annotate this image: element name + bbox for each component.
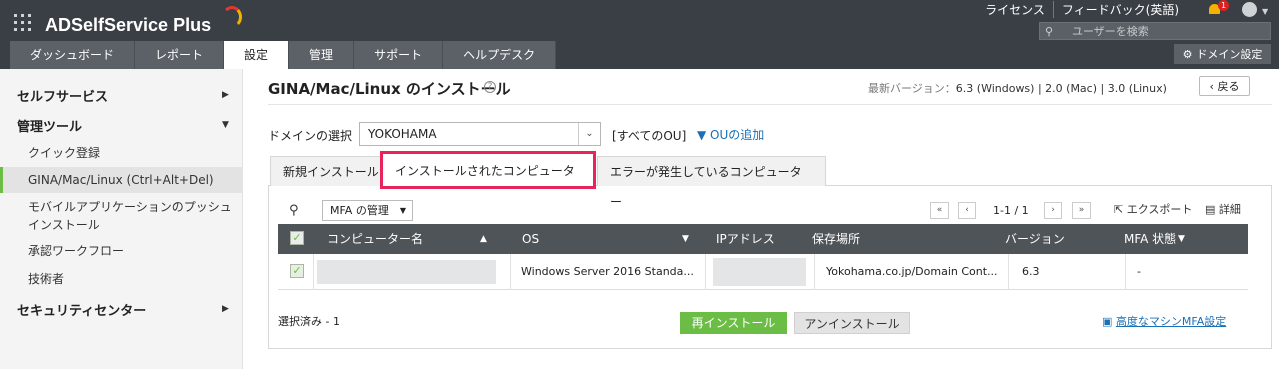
next-page-button[interactable]: › [1044, 202, 1062, 219]
detail-button[interactable]: ▤ 詳細 [1205, 201, 1241, 217]
sidebar-item-mobile-push[interactable]: モバイルアプリケーションのプッシュインストール [28, 198, 238, 234]
license-link[interactable]: ライセンス [977, 0, 1054, 18]
page-info: 1-1 / 1 [993, 204, 1029, 217]
back-label: 戻る [1217, 80, 1240, 93]
user-search[interactable]: ⚲ [1039, 22, 1271, 40]
header-location[interactable]: 保存場所 [812, 224, 860, 254]
back-button[interactable]: ‹ 戻る [1199, 76, 1250, 96]
chevron-down-icon[interactable]: ▼ [222, 120, 229, 130]
notification-badge: 1 [1218, 0, 1229, 11]
chevron-right-icon[interactable]: ▶ [222, 90, 229, 100]
export-icon: ⇱ [1114, 203, 1127, 216]
add-ou-label: OUの追加 [710, 128, 765, 142]
column-divider [1125, 254, 1126, 290]
advanced-mfa-label: 高度なマシンMFA設定 [1115, 315, 1227, 328]
domain-select[interactable]: YOKOHAMA ⌄ [359, 122, 601, 146]
sidebar-item-approval-workflow[interactable]: 承認ワークフロー [28, 242, 124, 260]
column-divider [313, 254, 314, 290]
chevron-down-icon[interactable]: ▼ [1262, 7, 1268, 16]
version-value: 6.3 (Windows) | 2.0 (Mac) | 3.0 (Linux) [955, 82, 1167, 95]
divider [268, 104, 1272, 105]
column-divider [814, 254, 815, 290]
page-title: GINA/Mac/Linux のインストール [268, 80, 511, 98]
chevron-right-icon[interactable]: ▶ [222, 304, 229, 314]
redacted-ip [713, 258, 806, 286]
tab-support[interactable]: サポート [354, 41, 444, 69]
sort-asc-icon[interactable]: ▲ [480, 224, 487, 254]
advanced-mfa-link[interactable]: ▣ 高度なマシンMFA設定 [1102, 313, 1226, 329]
version-label: 最新バージョン： [868, 82, 956, 95]
sidebar-section-admin-tools[interactable]: 管理ツール [17, 116, 82, 135]
column-divider [1008, 254, 1009, 290]
tab-admin[interactable]: 管理 [289, 41, 355, 69]
filter-icon[interactable]: ▼ [682, 224, 689, 254]
header-os[interactable]: OS [522, 224, 539, 254]
sidebar-item-quick-enroll[interactable]: クイック登録 [28, 144, 100, 162]
add-ou-link[interactable]: ▼ OUの追加 [697, 126, 764, 143]
user-avatar-icon[interactable] [1242, 2, 1257, 17]
header-ip[interactable]: IPアドレス [716, 224, 775, 254]
cell-mfa: - [1137, 265, 1141, 278]
tab-settings[interactable]: 設定 [224, 41, 290, 69]
columns-icon: ▤ [1205, 203, 1219, 216]
mfa-manage-label: MFA の管理 [330, 204, 389, 217]
detail-label: 詳細 [1218, 203, 1241, 216]
uninstall-button[interactable]: アンインストール [794, 312, 910, 334]
reinstall-button[interactable]: 再インストール [680, 312, 787, 334]
cell-os: Windows Server 2016 Standa... [521, 265, 694, 278]
monitor-icon: ▣ [1102, 315, 1116, 328]
selected-count: 選択済み - 1 [278, 315, 340, 328]
tab-error-computers[interactable]: エラーが発生しているコンピューター [597, 156, 826, 209]
feedback-link[interactable]: フィードバック(英語) [1054, 1, 1187, 18]
filter-icon[interactable]: ▼ [1178, 224, 1185, 254]
export-label: エクスポート [1126, 203, 1193, 216]
gear-icon: ⚙ [1182, 47, 1193, 61]
header-computer[interactable]: コンピューター名 [327, 224, 423, 254]
sidebar-item-gina[interactable]: GINA/Mac/Linux (Ctrl+Alt+Del) [28, 171, 214, 189]
sidebar-section-self-service[interactable]: セルフサービス [17, 86, 108, 105]
domain-settings-button[interactable]: ⚙ ドメイン設定 [1174, 44, 1271, 64]
app-logo[interactable]: ADSelfService Plus [45, 15, 211, 36]
user-search-input[interactable] [1058, 24, 1258, 38]
redacted-computer-name [317, 260, 496, 284]
tab-reports[interactable]: レポート [135, 41, 225, 69]
filter-search-icon[interactable]: ⚲ [289, 203, 299, 218]
select-all-checkbox[interactable]: ✓ [290, 231, 304, 245]
last-page-button[interactable]: » [1072, 202, 1091, 219]
mfa-manage-dropdown[interactable]: MFA の管理 ▼ [322, 200, 413, 221]
sidebar-item-technicians[interactable]: 技術者 [28, 270, 64, 288]
column-divider [705, 254, 706, 290]
filter-icon: ▼ [697, 128, 711, 142]
chevron-down-icon[interactable]: ⌄ [578, 123, 600, 145]
export-button[interactable]: ⇱ エクスポート [1114, 201, 1192, 217]
domain-label: ドメインの選択 [268, 129, 353, 143]
tab-dashboard[interactable]: ダッシュボード [10, 41, 136, 69]
latest-version: 最新バージョン：6.3 (Windows) | 2.0 (Mac) | 3.0 … [868, 80, 1167, 96]
help-icon[interactable]: ? [484, 81, 496, 93]
domain-settings-label: ドメイン設定 [1196, 48, 1263, 61]
apps-grid-icon[interactable] [14, 14, 31, 31]
row-checkbox[interactable]: ✓ [290, 264, 304, 278]
header-mfa[interactable]: MFA 状態 [1124, 224, 1176, 254]
cell-version: 6.3 [1022, 265, 1040, 278]
cell-location: Yokohama.co.jp/Domain Cont... [826, 265, 998, 278]
tab-helpdesk[interactable]: ヘルプデスク [443, 41, 557, 69]
column-divider [510, 254, 511, 290]
all-ou-label: [すべてのOU] [612, 129, 687, 143]
nav-tabs: ダッシュボード レポート 設定 管理 サポート ヘルプデスク [10, 41, 557, 69]
header-version[interactable]: バージョン [1005, 224, 1065, 254]
first-page-button[interactable]: « [930, 202, 949, 219]
chevron-left-icon: ‹ [1209, 79, 1218, 93]
caret-down-icon: ▼ [399, 206, 406, 215]
search-icon[interactable]: ⚲ [1040, 25, 1058, 38]
tab-new-install[interactable]: 新規インストール [270, 156, 392, 186]
prev-page-button[interactable]: ‹ [958, 202, 976, 219]
domain-selected-value: YOKOHAMA [368, 127, 437, 141]
logo-arc-icon [222, 6, 242, 28]
sidebar-section-security-center[interactable]: セキュリティセンター [17, 300, 146, 319]
tab-installed-computers[interactable]: インストールされたコンピューター [380, 151, 596, 212]
